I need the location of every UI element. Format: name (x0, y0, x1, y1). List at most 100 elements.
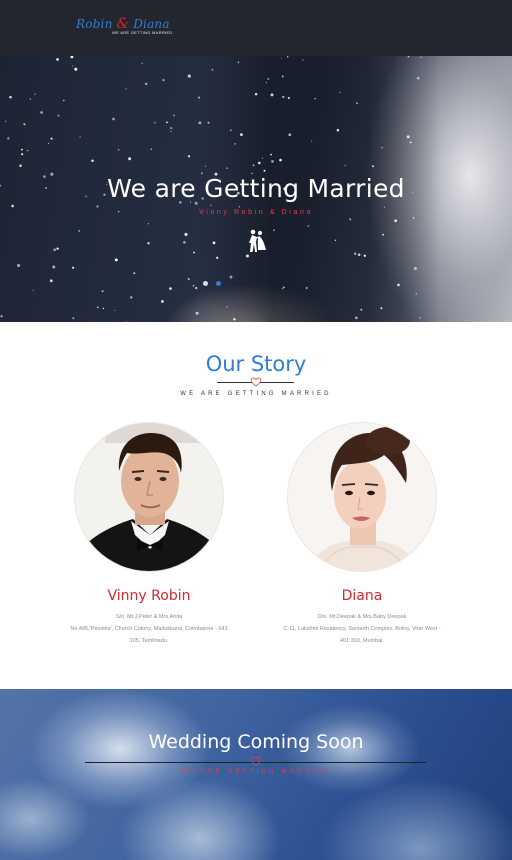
bride-parents: D/o. Mr.Deepak & Mrs.Baby Deepak (317, 614, 407, 620)
sparkle (271, 159, 274, 163)
sparkle (70, 56, 74, 59)
sparkle (141, 62, 143, 64)
sparkle (166, 121, 168, 124)
sparkle (412, 217, 415, 219)
sparkle (211, 68, 214, 71)
sparkle (382, 233, 384, 236)
sparkle (63, 99, 65, 102)
groom-address-line2: 105, Tamilnadu. (129, 638, 169, 644)
sparkle (197, 96, 201, 99)
sparkle (267, 78, 270, 80)
sparkle (305, 287, 308, 289)
sparkle (372, 165, 374, 168)
sparkle (397, 283, 400, 287)
sparkle (286, 56, 289, 58)
sparkle (198, 121, 202, 125)
sparkle (383, 206, 386, 208)
sparkle (114, 258, 118, 262)
sparkle (23, 123, 26, 126)
sparkle (263, 169, 266, 172)
sparkle (34, 93, 36, 95)
sparkle (130, 296, 133, 299)
sparkle (147, 242, 150, 245)
sparkle (349, 218, 352, 221)
sparkle (21, 153, 24, 156)
sparkle (363, 254, 366, 257)
sparkle (279, 158, 282, 162)
sparkle (380, 307, 383, 310)
sparkle (71, 266, 75, 269)
sparkle (334, 239, 337, 242)
slider-dot-1[interactable] (203, 281, 208, 286)
sparkle (5, 120, 7, 122)
sparkle (162, 79, 165, 82)
sparkle (240, 133, 243, 136)
sparkle (344, 165, 346, 167)
sparkle (183, 241, 186, 244)
sparkle (192, 284, 195, 287)
sparkle (288, 133, 292, 137)
sparkle (169, 287, 172, 290)
sparkle (234, 143, 236, 145)
sparkle (415, 292, 418, 295)
site-logo[interactable]: Robin & Diana WE ARE GETTING MARRIED (76, 16, 172, 42)
sparkle (265, 81, 267, 84)
sparkle (9, 95, 12, 99)
bride-portrait (288, 423, 436, 571)
heart-icon (250, 377, 262, 387)
sparkle (226, 167, 228, 169)
sparkle (126, 321, 128, 322)
sparkle (193, 251, 195, 254)
sparkle (74, 67, 78, 71)
sparkle (273, 229, 275, 231)
sparkle (205, 165, 207, 167)
sparkle (280, 57, 282, 59)
sparkle (270, 93, 274, 97)
sparkle (212, 241, 216, 245)
sparkle (238, 206, 240, 208)
sparkle (407, 56, 410, 58)
bride-address-line2: 401 303, Mumbai. (339, 638, 385, 644)
sparkle (147, 223, 149, 225)
wedding-section: Wedding Coming Soon WE ARE GETTING MARRI… (0, 689, 512, 860)
sparkle (150, 148, 152, 150)
sparkle (184, 232, 188, 236)
sparkle (144, 82, 148, 86)
groom-portrait (75, 423, 223, 571)
sparkle (302, 59, 304, 61)
groom-name: Vinny Robin (107, 588, 191, 604)
sparkle (356, 102, 358, 105)
section-title-wedding: Wedding Coming Soon (148, 731, 364, 753)
sparkle (336, 128, 340, 132)
sparkle (154, 121, 156, 124)
sparkle (128, 157, 132, 161)
bride-photo (287, 422, 437, 572)
sparkle (133, 272, 136, 275)
sparkle (170, 131, 172, 132)
sparkle (287, 96, 291, 100)
sparkle (357, 253, 361, 256)
sparkle (195, 286, 198, 290)
sparkle (11, 204, 14, 208)
hero-slider: We are Getting Married Vinny Robin & Dia… (0, 56, 512, 322)
bride-address-line1: C-11, Lakshmi Residency, Samarth Complex… (283, 626, 441, 632)
sparkle (413, 266, 417, 271)
sparkle (187, 278, 190, 280)
hero-subtitle: Vinny Robin & Diana (199, 209, 313, 216)
sparkle (339, 91, 341, 93)
groom-details: S/o. Mr.J.Peter & Mrs.Anita No.495,'Pelu… (44, 611, 254, 647)
sparkle (57, 114, 60, 117)
sparkle (416, 76, 420, 80)
sparkle (79, 136, 81, 138)
sparkle (50, 137, 53, 140)
sparkle (252, 164, 255, 167)
sparkle (381, 146, 383, 149)
sparkle (101, 290, 104, 293)
sparkle (78, 230, 80, 232)
sparkle (71, 65, 74, 67)
sparkle (125, 88, 127, 90)
slider-dot-2[interactable] (216, 281, 221, 286)
sparkle (237, 61, 240, 64)
sparkle (187, 74, 191, 78)
sparkle (47, 142, 50, 144)
